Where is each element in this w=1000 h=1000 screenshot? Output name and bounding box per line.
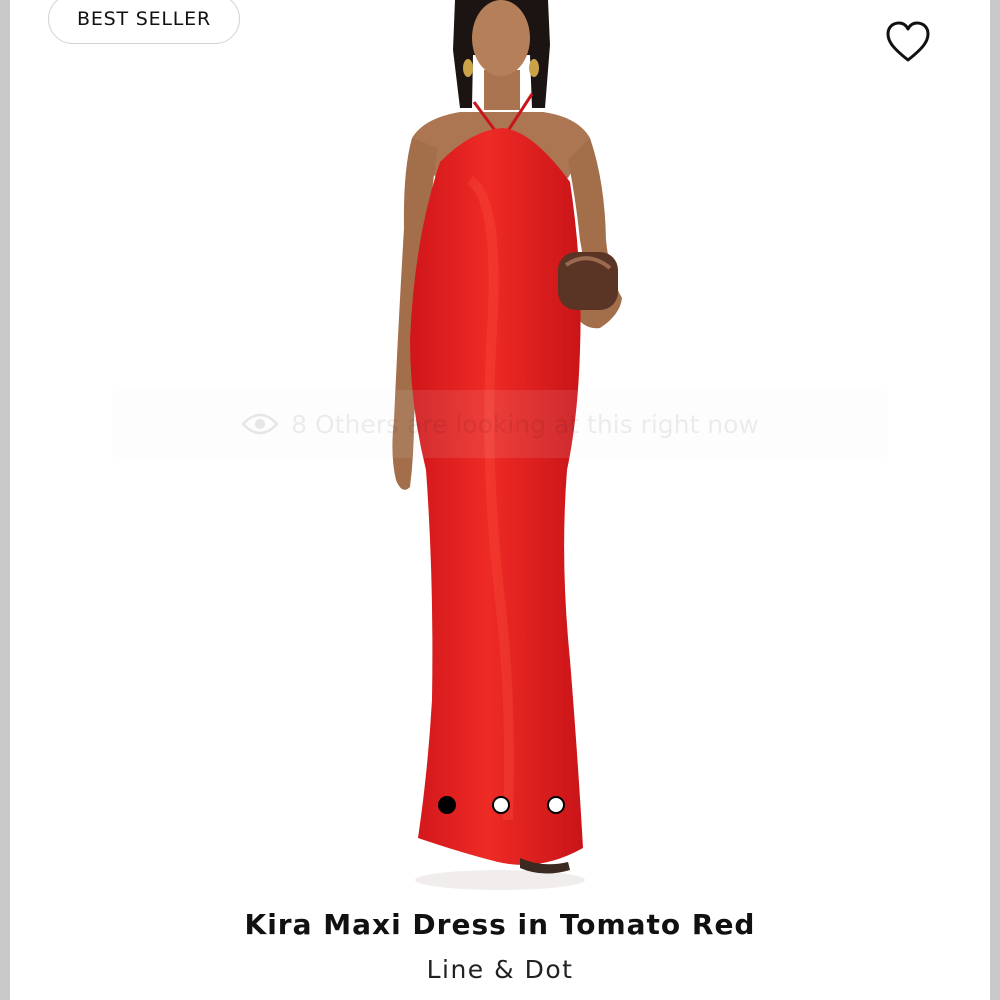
best-seller-badge: BEST SELLER xyxy=(48,0,240,44)
product-brand[interactable]: Line & Dot xyxy=(0,955,1000,984)
carousel-dots xyxy=(436,796,566,818)
carousel-dot-2[interactable] xyxy=(492,796,510,814)
heart-outline-icon xyxy=(886,21,930,62)
eye-icon xyxy=(241,413,279,435)
carousel-dot-3[interactable] xyxy=(547,796,565,814)
right-edge xyxy=(990,0,1000,1000)
favorite-button[interactable] xyxy=(884,20,932,64)
viewers-text: 8 Others are looking at this right now xyxy=(291,409,759,439)
left-edge xyxy=(0,0,10,1000)
product-title[interactable]: Kira Maxi Dress in Tomato Red xyxy=(0,908,1000,941)
viewers-notice: 8 Others are looking at this right now xyxy=(112,390,888,458)
carousel-dot-1[interactable] xyxy=(438,796,456,814)
badge-label: BEST SELLER xyxy=(77,8,211,30)
